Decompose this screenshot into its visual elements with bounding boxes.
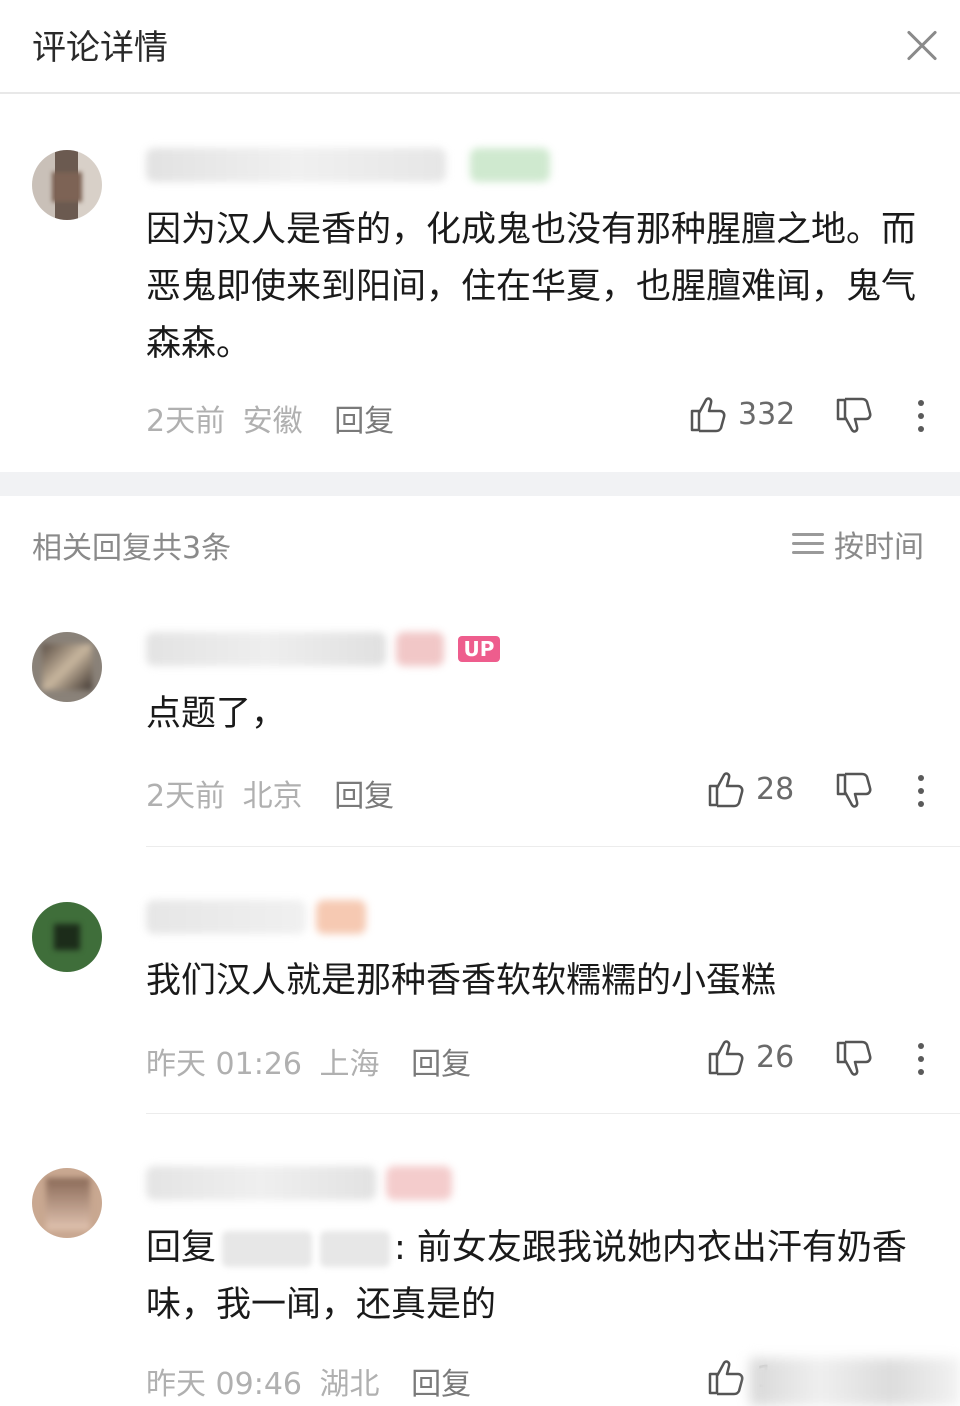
like-button[interactable]: 28 — [706, 769, 794, 809]
thumb-up-icon — [708, 772, 744, 808]
header: 评论详情 — [0, 0, 960, 94]
level-badge-blurred — [396, 632, 444, 666]
username-blurred[interactable] — [146, 1166, 376, 1200]
reply-location: 湖北 — [319, 1367, 380, 1402]
like-count: 26 — [756, 1039, 795, 1075]
avatar[interactable] — [32, 902, 102, 972]
like-count: 28 — [756, 771, 795, 807]
reply-meta: 2天前 北京 回复 — [146, 771, 394, 815]
reply-time: 昨天 01:26 — [146, 1047, 302, 1082]
reply-location: 北京 — [242, 779, 303, 814]
more-vertical-icon[interactable] — [916, 775, 926, 809]
watermark-blur — [750, 1358, 960, 1406]
reply-meta: 昨天 01:26 上海 回复 — [146, 1039, 471, 1083]
avatar[interactable] — [32, 632, 102, 702]
mentioned-user-blurred[interactable] — [222, 1231, 313, 1267]
row-divider — [146, 1113, 960, 1114]
level-badge-blurred — [386, 1166, 452, 1200]
close-icon[interactable] — [900, 24, 944, 68]
more-vertical-icon[interactable] — [916, 1043, 926, 1077]
like-button[interactable]: 332 — [688, 394, 795, 434]
thumb-down-icon[interactable] — [834, 771, 874, 811]
replies-count-title: 相关回复共3条 — [32, 531, 232, 566]
level-badge-blurred — [470, 148, 550, 182]
reply-text: 回复: 前女友跟我说她内衣出汗有奶香味，我一闻，还真是的 — [146, 1220, 936, 1334]
up-badge: UP — [458, 636, 500, 662]
username-blurred[interactable] — [146, 148, 446, 182]
reply-button[interactable]: 回复 — [334, 779, 394, 814]
comment-text: 因为汉人是香的，化成鬼也没有那种腥膻之地。而恶鬼即使来到阳间，住在华夏，也腥膻难… — [146, 210, 917, 364]
reply-location: 上海 — [319, 1047, 380, 1082]
row-divider — [146, 846, 960, 847]
comment-time: 2天前 — [146, 404, 226, 439]
reply-time: 昨天 09:46 — [146, 1367, 302, 1402]
reply-time: 2天前 — [146, 779, 226, 814]
mentioned-user-blurred[interactable] — [320, 1231, 391, 1267]
page-title: 评论详情 — [32, 28, 168, 68]
thumb-down-icon[interactable] — [834, 1039, 874, 1079]
sort-button[interactable]: 按时间 — [792, 522, 924, 566]
reply-button[interactable]: 回复 — [334, 404, 394, 439]
like-count: 332 — [738, 396, 796, 432]
comment-meta: 2天前 安徽 回复 — [146, 396, 394, 440]
thumb-up-icon — [690, 397, 726, 433]
reply-meta: 昨天 09:46 湖北 回复 — [146, 1359, 471, 1403]
comment-location: 安徽 — [242, 404, 303, 439]
reply-text: 我们汉人就是那种香香软软糯糯的小蛋糕 — [146, 961, 777, 1001]
thumb-down-icon[interactable] — [834, 396, 874, 436]
sort-lines-icon — [792, 533, 824, 555]
sort-label: 按时间 — [834, 530, 924, 565]
reply-prefix: 回复 — [146, 1228, 217, 1268]
more-vertical-icon[interactable] — [916, 400, 926, 434]
reply-button[interactable]: 回复 — [411, 1367, 471, 1402]
username-blurred[interactable] — [146, 900, 306, 934]
level-badge-blurred — [316, 900, 366, 934]
avatar[interactable] — [32, 150, 102, 220]
reply-text: 点题了， — [146, 694, 287, 734]
section-divider — [0, 472, 960, 496]
thumb-up-icon — [708, 1360, 744, 1396]
username-blurred[interactable] — [146, 632, 386, 666]
thumb-up-icon — [708, 1040, 744, 1076]
reply-button[interactable]: 回复 — [411, 1047, 471, 1082]
like-button[interactable]: 26 — [706, 1037, 794, 1077]
avatar[interactable] — [32, 1168, 102, 1238]
